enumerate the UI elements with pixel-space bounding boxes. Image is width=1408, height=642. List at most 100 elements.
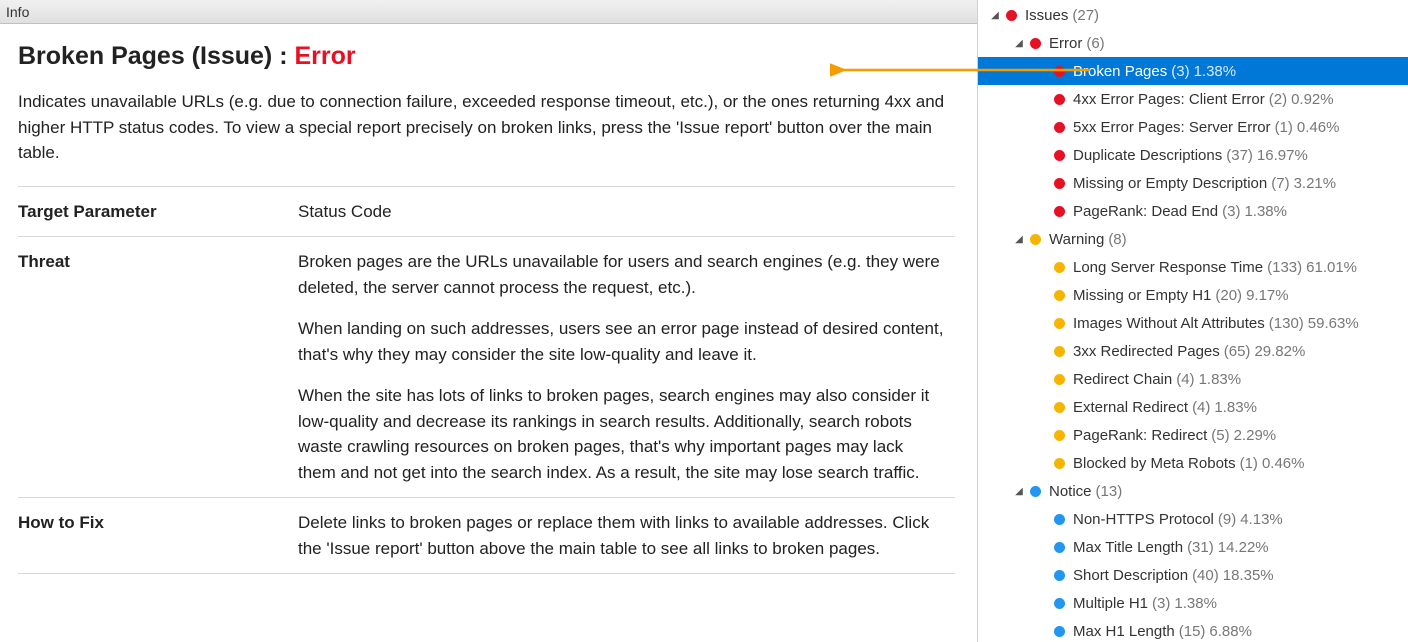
tree-item-count: (4) — [1192, 399, 1210, 416]
tree-item[interactable]: Duplicate Descriptions(37)16.97% — [978, 141, 1408, 169]
tree-item-label: Non-HTTPS Protocol — [1073, 511, 1214, 528]
tree-item-label: Long Server Response Time — [1073, 259, 1263, 276]
tree-item[interactable]: Max H1 Length(15)6.88% — [978, 617, 1408, 642]
warning-dot-icon — [1054, 262, 1065, 273]
tree-item-label: Error — [1049, 35, 1082, 52]
tree-expander-icon[interactable]: ◢ — [1012, 38, 1026, 49]
tree-item-percent: 16.97% — [1257, 147, 1308, 164]
tree-item-percent: 1.38% — [1174, 595, 1217, 612]
tree-item-count: (8) — [1108, 231, 1126, 248]
notice-dot-icon — [1054, 514, 1065, 525]
error-dot-icon — [1054, 122, 1065, 133]
issue-details-table: Target ParameterStatus CodeThreatBroken … — [18, 186, 955, 575]
page-title-prefix: Broken Pages (Issue) : — [18, 42, 288, 70]
notice-dot-icon — [1030, 486, 1041, 497]
tree-item[interactable]: Broken Pages(3)1.38% — [978, 57, 1408, 85]
tree-item-percent: 0.92% — [1291, 91, 1334, 108]
tree-item[interactable]: PageRank: Dead End(3)1.38% — [978, 197, 1408, 225]
notice-dot-icon — [1054, 542, 1065, 553]
info-panel-body[interactable]: Broken Pages (Issue) : Error Indicates u… — [0, 24, 977, 642]
tree-item[interactable]: Max Title Length(31)14.22% — [978, 533, 1408, 561]
tree-item-label: Missing or Empty H1 — [1073, 287, 1211, 304]
tree-item-label: Images Without Alt Attributes — [1073, 315, 1265, 332]
tree-item-count: (65) — [1224, 343, 1251, 360]
detail-row-label: Target Parameter — [18, 186, 298, 237]
tree-item-label: 5xx Error Pages: Server Error — [1073, 119, 1271, 136]
detail-row: How to FixDelete links to broken pages o… — [18, 498, 955, 574]
info-panel-header: Info — [0, 0, 977, 24]
tree-item[interactable]: 5xx Error Pages: Server Error(1)0.46% — [978, 113, 1408, 141]
detail-row: ThreatBroken pages are the URLs unavaila… — [18, 237, 955, 498]
info-panel: Info Broken Pages (Issue) : Error Indica… — [0, 0, 978, 642]
tree-item[interactable]: Missing or Empty Description(7) 3.21% — [978, 169, 1408, 197]
tree-item-percent: 29.82% — [1254, 343, 1305, 360]
tree-item-label: Max Title Length — [1073, 539, 1183, 556]
tree-item[interactable]: Blocked by Meta Robots(1)0.46% — [978, 449, 1408, 477]
tree-item[interactable]: 4xx Error Pages: Client Error(2)0.92% — [978, 85, 1408, 113]
error-dot-icon — [1006, 10, 1017, 21]
tree-item-count: (130) — [1269, 315, 1304, 332]
tree-item-label: Blocked by Meta Robots — [1073, 455, 1236, 472]
warning-dot-icon — [1054, 290, 1065, 301]
tree-item-percent: 61.01% — [1306, 259, 1357, 276]
detail-row-value: Status Code — [298, 186, 955, 237]
tree-item[interactable]: Non-HTTPS Protocol(9)4.13% — [978, 505, 1408, 533]
tree-item[interactable]: ◢Notice(13) — [978, 477, 1408, 505]
tree-item-count: (20) — [1215, 287, 1242, 304]
detail-row: Target ParameterStatus Code — [18, 186, 955, 237]
tree-item-count: (2) — [1269, 91, 1287, 108]
tree-item[interactable]: PageRank: Redirect(5)2.29% — [978, 421, 1408, 449]
tree-item[interactable]: Short Description(40)18.35% — [978, 561, 1408, 589]
tree-item-percent: 1.38% — [1244, 203, 1287, 220]
error-dot-icon — [1030, 38, 1041, 49]
tree-item-label: Missing or Empty Description — [1073, 175, 1267, 192]
tree-item-percent: 3.21% — [1294, 175, 1337, 192]
tree-item-count: (3) — [1222, 203, 1240, 220]
tree-expander-icon[interactable]: ◢ — [988, 10, 1002, 21]
tree-item-count: (4) — [1176, 371, 1194, 388]
tree-item[interactable]: 3xx Redirected Pages(65)29.82% — [978, 337, 1408, 365]
error-dot-icon — [1054, 206, 1065, 217]
tree-item-count: (27) — [1072, 7, 1099, 24]
tree-item[interactable]: Images Without Alt Attributes(130)59.63% — [978, 309, 1408, 337]
tree-item[interactable]: Multiple H1(3)1.38% — [978, 589, 1408, 617]
warning-dot-icon — [1054, 374, 1065, 385]
tree-item[interactable]: External Redirect(4)1.83% — [978, 393, 1408, 421]
page-title-severity: Error — [294, 42, 355, 70]
error-dot-icon — [1054, 94, 1065, 105]
tree-item[interactable]: ◢Issues(27) — [978, 1, 1408, 29]
error-dot-icon — [1054, 178, 1065, 189]
tree-item[interactable]: Missing or Empty H1(20)9.17% — [978, 281, 1408, 309]
warning-dot-icon — [1054, 402, 1065, 413]
tree-item-percent: 1.38% — [1194, 63, 1237, 80]
error-dot-icon — [1054, 150, 1065, 161]
tree-expander-icon[interactable]: ◢ — [1012, 486, 1026, 497]
detail-row-paragraph: When the site has lots of links to broke… — [298, 383, 945, 485]
detail-row-value: Broken pages are the URLs unavailable fo… — [298, 237, 955, 498]
tree-item[interactable]: Redirect Chain(4)1.83% — [978, 365, 1408, 393]
tree-item-count: (9) — [1218, 511, 1236, 528]
tree-item-percent: 18.35% — [1223, 567, 1274, 584]
tree-item-count: (3) — [1152, 595, 1170, 612]
tree-item-count: (5) — [1211, 427, 1229, 444]
tree-item-count: (1) — [1240, 455, 1258, 472]
tree-item-label: Broken Pages — [1073, 63, 1167, 80]
notice-dot-icon — [1054, 570, 1065, 581]
tree-item[interactable]: ◢Warning(8) — [978, 225, 1408, 253]
warning-dot-icon — [1054, 346, 1065, 357]
warning-dot-icon — [1054, 458, 1065, 469]
tree-item-count: (37) — [1226, 147, 1253, 164]
tree-item-percent: 59.63% — [1308, 315, 1359, 332]
detail-row-paragraph: Delete links to broken pages or replace … — [298, 510, 945, 561]
tree-expander-icon[interactable]: ◢ — [1012, 234, 1026, 245]
tree-item-count: (133) — [1267, 259, 1302, 276]
error-dot-icon — [1054, 66, 1065, 77]
warning-dot-icon — [1054, 430, 1065, 441]
tree-item-percent: 14.22% — [1218, 539, 1269, 556]
tree-item[interactable]: Long Server Response Time(133)61.01% — [978, 253, 1408, 281]
tree-item[interactable]: ◢Error(6) — [978, 29, 1408, 57]
tree-item-percent: 4.13% — [1240, 511, 1283, 528]
tree-item-label: Multiple H1 — [1073, 595, 1148, 612]
issues-tree-panel[interactable]: ◢Issues(27)◢Error(6)Broken Pages(3)1.38%… — [978, 0, 1408, 642]
tree-item-count: (7) — [1271, 175, 1289, 192]
